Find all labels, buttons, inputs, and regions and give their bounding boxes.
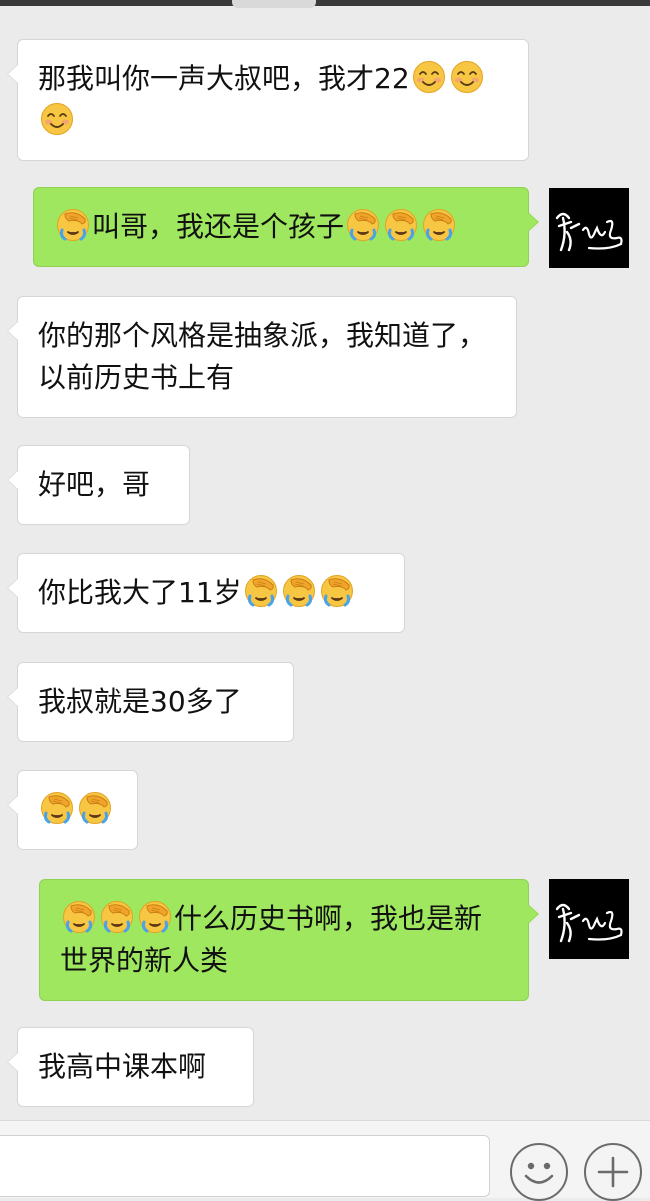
message-input[interactable] [0,1135,490,1197]
emoji-button[interactable] [510,1143,568,1201]
outgoing-bubble[interactable]: 叫哥，我还是个孩子 [33,187,539,267]
emoji-group [242,574,356,609]
message-row: 你的那个风格是抽象派，我知道了，以前历史书上有 [7,296,517,418]
smiling-blush-emoji [412,60,446,94]
message-text: 你比我大了11岁 [38,576,242,609]
incoming-bubble[interactable]: 你的那个风格是抽象派，我知道了，以前历史书上有 [7,296,517,418]
emoji-group [54,208,92,243]
signature-avatar-icon [549,879,629,959]
user-avatar[interactable] [549,879,629,959]
emoji-group [60,900,174,935]
user-avatar[interactable] [549,188,629,268]
message-row: 我叔就是30多了 [7,662,294,742]
incoming-bubble[interactable]: 我叔就是30多了 [7,662,294,742]
facepalm-tears-emoji [62,900,96,934]
facepalm-tears-emoji [100,900,134,934]
facepalm-tears-emoji [244,574,278,608]
message-row: 好吧，哥 [7,445,190,525]
plus-icon [597,1156,629,1188]
message-text: 好吧，哥 [38,468,151,501]
message-row: 我高中课本啊 [7,1027,254,1107]
smiling-blush-emoji [40,102,74,136]
facepalm-tears-emoji [282,574,316,608]
message-row: 你比我大了11岁 [7,553,405,633]
incoming-bubble[interactable]: 你比我大了11岁 [7,553,405,633]
message-row: 什么历史书啊，我也是新世界的新人类 [39,879,539,1001]
facepalm-tears-emoji [78,791,112,825]
incoming-bubble[interactable]: 我高中课本啊 [7,1027,254,1107]
message-row: 叫哥，我还是个孩子 [33,187,539,267]
facepalm-tears-emoji [346,208,380,242]
facepalm-tears-emoji [320,574,354,608]
message-row [7,770,138,850]
smiling-blush-emoji [450,60,484,94]
chat-area[interactable]: 那我叫你一声大叔吧，我才22 叫哥，我还是个孩子 你的那个风格是抽象派，我知道了… [0,0,650,1120]
message-text: 我高中课本啊 [38,1050,207,1083]
facepalm-tears-emoji [138,900,172,934]
message-text: 那我叫你一声大叔吧，我才22 [38,62,410,95]
incoming-bubble[interactable]: 那我叫你一声大叔吧，我才22 [7,39,529,161]
input-bar [0,1120,650,1201]
message-text: 叫哥，我还是个孩子 [92,210,345,243]
more-button[interactable] [584,1143,642,1201]
facepalm-tears-emoji [384,208,418,242]
incoming-bubble[interactable]: 好吧，哥 [7,445,190,525]
incoming-bubble[interactable] [7,770,138,850]
facepalm-tears-emoji [422,208,456,242]
smiley-face-icon [524,1162,554,1184]
signature-avatar-icon [549,188,629,268]
facepalm-tears-emoji [40,791,74,825]
emoji-group [38,791,114,826]
outgoing-bubble[interactable]: 什么历史书啊，我也是新世界的新人类 [39,879,539,1001]
emoji-group [344,208,458,243]
message-text: 你的那个风格是抽象派，我知道了，以前历史书上有 [38,319,487,394]
message-text: 我叔就是30多了 [38,685,242,718]
message-row: 那我叫你一声大叔吧，我才22 [7,39,529,161]
facepalm-tears-emoji [56,208,90,242]
